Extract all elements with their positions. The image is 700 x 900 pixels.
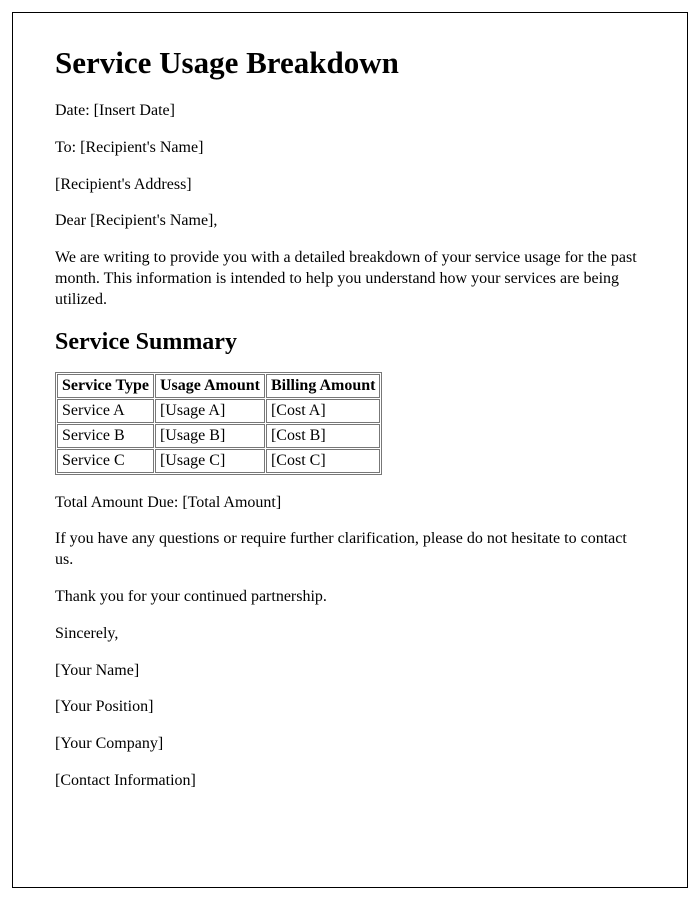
table-cell: [Cost B] xyxy=(266,424,380,448)
table-row: Service B [Usage B] [Cost B] xyxy=(57,424,380,448)
total-line: Total Amount Due: [Total Amount] xyxy=(55,493,645,514)
to-line: To: [Recipient's Name] xyxy=(55,138,645,159)
sender-position: [Your Position] xyxy=(55,697,645,718)
summary-heading: Service Summary xyxy=(55,329,645,356)
sender-name: [Your Name] xyxy=(55,661,645,682)
table-cell: [Cost C] xyxy=(266,449,380,473)
table-row: Service C [Usage C] [Cost C] xyxy=(57,449,380,473)
table-cell: [Cost A] xyxy=(266,399,380,423)
table-cell: [Usage B] xyxy=(155,424,265,448)
table-header-cell: Service Type xyxy=(57,374,154,398)
table-cell: [Usage A] xyxy=(155,399,265,423)
intro-paragraph: We are writing to provide you with a det… xyxy=(55,248,645,310)
questions-paragraph: If you have any questions or require fur… xyxy=(55,529,645,571)
total-value: [Total Amount] xyxy=(182,494,281,511)
to-label: To: xyxy=(55,139,80,156)
page-title: Service Usage Breakdown xyxy=(55,45,645,81)
total-label: Total Amount Due: xyxy=(55,494,182,511)
date-label: Date: xyxy=(55,102,94,119)
contact-info: [Contact Information] xyxy=(55,771,645,792)
date-line: Date: [Insert Date] xyxy=(55,101,645,122)
recipient-address: [Recipient's Address] xyxy=(55,175,645,196)
service-summary-table: Service Type Usage Amount Billing Amount… xyxy=(55,372,382,475)
table-row: Service A [Usage A] [Cost A] xyxy=(57,399,380,423)
document-page: Service Usage Breakdown Date: [Insert Da… xyxy=(12,12,688,888)
table-cell: Service B xyxy=(57,424,154,448)
closing: Sincerely, xyxy=(55,624,645,645)
table-cell: Service C xyxy=(57,449,154,473)
sender-company: [Your Company] xyxy=(55,734,645,755)
table-header-row: Service Type Usage Amount Billing Amount xyxy=(57,374,380,398)
table-cell: Service A xyxy=(57,399,154,423)
date-value: [Insert Date] xyxy=(94,102,175,119)
to-value: [Recipient's Name] xyxy=(80,139,203,156)
table-header-cell: Billing Amount xyxy=(266,374,380,398)
table-cell: [Usage C] xyxy=(155,449,265,473)
salutation: Dear [Recipient's Name], xyxy=(55,211,645,232)
thanks-paragraph: Thank you for your continued partnership… xyxy=(55,587,645,608)
table-header-cell: Usage Amount xyxy=(155,374,265,398)
